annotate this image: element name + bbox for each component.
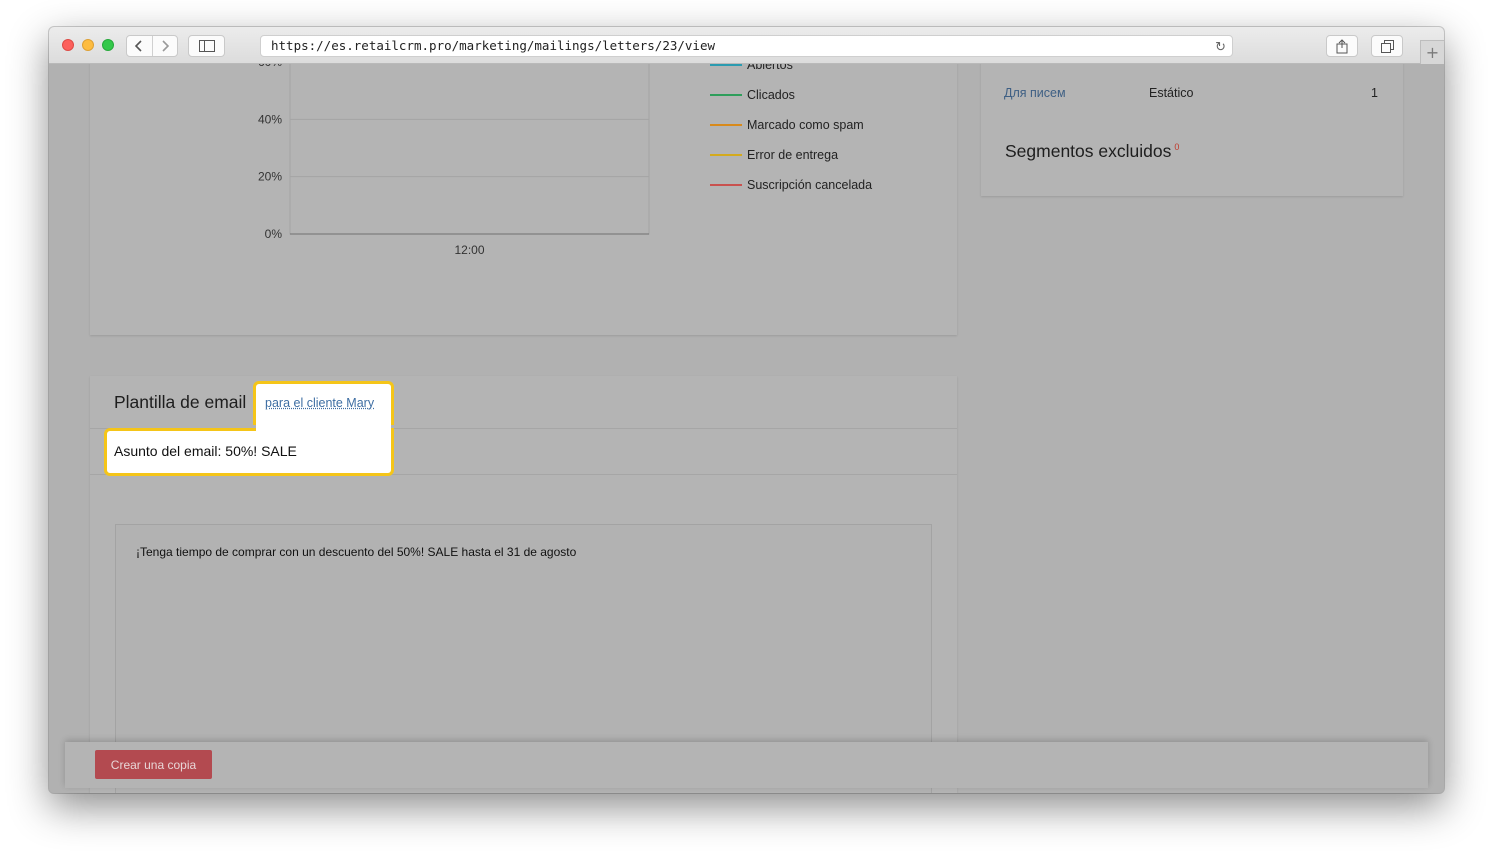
new-tab-button[interactable]: +: [1420, 40, 1444, 64]
forward-button[interactable]: [151, 36, 177, 56]
legend-item[interactable]: Marcado como spam: [747, 118, 864, 132]
segments-card: Для писем Estático 1 Segmentos excluidos…: [981, 64, 1403, 196]
page-content: 0% 20% 40% 60% 12:00 Abiertos Clicados Marcado …: [49, 64, 1444, 793]
y-tick-label: 0%: [265, 227, 283, 241]
y-tick-label: 20%: [258, 170, 282, 184]
history-nav: [126, 35, 178, 57]
zoom-window-button[interactable]: [102, 39, 114, 51]
template-title: Plantilla de email: [114, 392, 247, 412]
x-tick-label: 12:00: [454, 243, 484, 257]
email-template-card: Plantilla de email para el cliente Mary …: [90, 376, 957, 793]
reload-icon[interactable]: ↻: [1215, 38, 1226, 56]
address-bar[interactable]: https://es.retailcrm.pro/marketing/maili…: [260, 35, 1233, 57]
back-button[interactable]: [127, 36, 152, 56]
y-tick-label: 40%: [258, 112, 282, 126]
highlight-joint: [256, 422, 391, 431]
excluded-segments-title: Segmentos excluidos 0: [1005, 141, 1179, 162]
legend-item[interactable]: Suscripción cancelada: [747, 178, 872, 192]
share-icon: [1336, 38, 1348, 53]
browser-toolbar: https://es.retailcrm.pro/marketing/maili…: [49, 27, 1444, 64]
segment-type: Estático: [1149, 86, 1194, 100]
plot-frame: [289, 64, 650, 235]
client-preview-link[interactable]: para el cliente Mary: [265, 396, 374, 410]
legend-item[interactable]: Clicados: [747, 88, 795, 102]
excluded-segments-label: Segmentos excluidos: [1005, 141, 1172, 161]
share-button[interactable]: [1326, 35, 1358, 57]
minimize-window-button[interactable]: [82, 39, 94, 51]
tab-overview-button[interactable]: [1371, 35, 1403, 57]
email-body-text: ¡Tenga tiempo de comprar con un descuent…: [136, 545, 577, 559]
sidebar-icon: [198, 40, 215, 52]
bottom-action-bar: Crear una copia: [65, 742, 1428, 788]
tabs-icon: [1380, 39, 1394, 53]
url-text: https://es.retailcrm.pro/marketing/maili…: [271, 38, 716, 53]
sidebar-toggle-button[interactable]: [188, 35, 225, 57]
browser-window: https://es.retailcrm.pro/marketing/maili…: [49, 27, 1444, 793]
chevron-left-icon: [135, 40, 143, 52]
segment-link[interactable]: Для писем: [1004, 86, 1066, 100]
segment-count: 1: [1371, 86, 1378, 100]
stats-chart: 0% 20% 40% 60% 12:00 Abiertos Clicados Marcado …: [258, 64, 872, 257]
email-subject: Asunto del email: 50%! SALE: [114, 443, 297, 459]
excluded-segments-count: 0: [1174, 142, 1180, 152]
create-copy-button[interactable]: Crear una copia: [95, 750, 212, 779]
legend-item[interactable]: Error de entrega: [747, 148, 838, 162]
close-window-button[interactable]: [62, 39, 74, 51]
chevron-right-icon: [162, 40, 170, 52]
stats-chart-card: 0% 20% 40% 60% 12:00 Abiertos Clicados Marcado …: [90, 64, 957, 335]
y-tick-label: 60%: [258, 64, 282, 69]
legend-item[interactable]: Abiertos: [747, 64, 793, 72]
